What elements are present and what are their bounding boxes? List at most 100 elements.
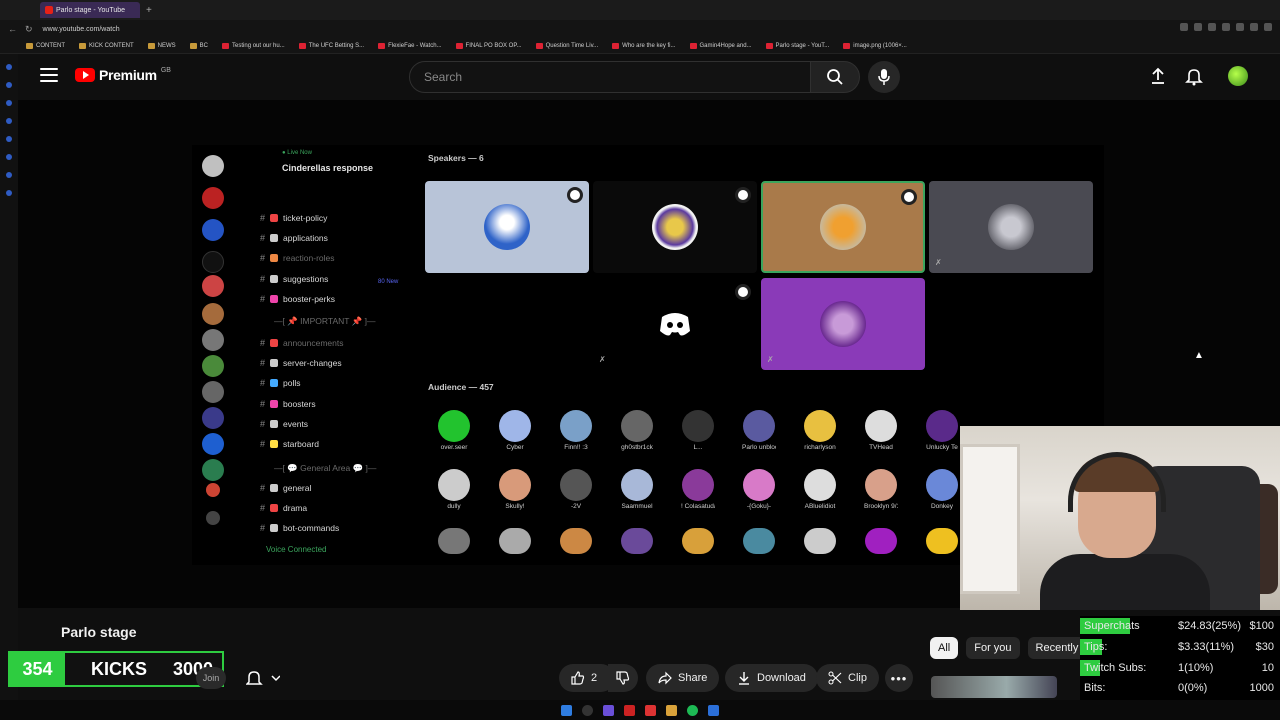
channel-item[interactable]: # events [260,419,308,429]
audience-member[interactable]: Saammuel [620,469,654,510]
search-icon[interactable] [582,704,593,716]
download-button[interactable]: Download [725,664,818,692]
app-icon[interactable] [708,704,719,716]
audience-member[interactable]: richarlyson [803,410,837,451]
audience-member[interactable] [803,528,837,554]
extension-icon[interactable] [1222,23,1230,31]
extension-icon[interactable] [1208,23,1216,31]
subscribe-bell-button[interactable] [245,668,281,693]
sidebar-icon[interactable] [6,118,12,124]
notifications-button[interactable] [1184,66,1204,91]
search-input[interactable]: Search [409,61,811,93]
audience-member[interactable] [559,528,593,554]
audience-member[interactable]: TVHead [864,410,898,451]
hamburger-menu-icon[interactable] [40,68,58,82]
download-icon[interactable] [1250,23,1258,31]
start-icon[interactable] [561,704,572,716]
bookmark-item[interactable]: NEWS [147,42,176,49]
audience-member[interactable] [864,528,898,554]
audience-member[interactable]: Cyber [498,410,532,451]
zoom-icon[interactable] [1180,23,1188,31]
bookmark-item[interactable]: Question Time Liv... [535,42,598,49]
audience-member[interactable]: Finn!! :3 [559,410,593,451]
channel-item[interactable]: —[ 📌 IMPORTANT 📌 ]— [274,316,375,327]
audience-member[interactable]: -{Goku}- [742,469,776,510]
audience-member[interactable] [437,528,471,554]
share-button[interactable]: Share [646,664,720,692]
new-tab-icon[interactable]: + [146,5,152,16]
youtube-logo[interactable]: Premium GB [75,67,171,83]
bookmark-item[interactable]: Who are the key fi... [612,42,676,49]
bookmark-item[interactable]: image.png (1006×... [843,42,907,49]
filter-chip[interactable]: Recently [1027,637,1087,659]
bookmark-item[interactable]: KICK CONTENT [79,42,134,49]
app-icon[interactable] [645,704,656,716]
menu-icon[interactable] [1264,23,1272,31]
search-button[interactable] [810,61,860,93]
audience-member[interactable]: L... [681,410,715,451]
channel-item[interactable]: # ticket-policy [260,213,327,223]
extension-icon[interactable] [1236,23,1244,31]
account-avatar[interactable] [1228,66,1248,86]
bookmark-item[interactable]: CONTENT [26,42,65,49]
channel-item[interactable]: # suggestions [260,274,328,284]
audience-member[interactable]: gh0stbr1ck [620,410,654,451]
sidebar-icon[interactable] [6,154,12,160]
filter-chip[interactable]: For you [966,637,1020,659]
extension-icon[interactable] [1194,23,1202,31]
sidebar-icon[interactable] [6,82,12,88]
channel-item[interactable]: # server-changes [260,358,342,368]
bookmark-item[interactable]: FlexieFae - Watch... [378,42,442,49]
audience-member[interactable] [742,528,776,554]
audience-member[interactable]: Skully! [498,469,532,510]
audience-member[interactable]: Unlucky Te [925,410,959,451]
audience-member[interactable]: Donkey [925,469,959,510]
create-button[interactable] [1148,66,1168,91]
bookmark-item[interactable]: The UFC Betting S... [298,42,364,49]
recommended-video-thumbnail[interactable] [931,676,1057,698]
audience-member[interactable] [681,528,715,554]
back-icon[interactable]: ← [8,24,17,34]
channel-item[interactable]: # starboard [260,439,319,449]
dislike-button[interactable] [608,664,638,692]
opera-icon[interactable] [624,704,635,716]
more-actions-button[interactable]: ••• [885,664,913,692]
sidebar-icon[interactable] [6,172,12,178]
join-button[interactable]: Join [196,667,226,689]
audience-member[interactable]: -2V [559,469,593,510]
url-field[interactable]: www.youtube.com/watch [43,26,120,33]
reload-icon[interactable]: ↻ [25,24,33,35]
filter-chip[interactable]: All [930,637,959,659]
browser-tab[interactable]: Parlo stage - YouTube [40,2,140,18]
channel-item[interactable]: # boosters [260,399,316,409]
channel-item[interactable]: # general [260,483,311,493]
bookmark-item[interactable]: BC [189,42,208,49]
audience-member[interactable]: over.seer [437,410,471,451]
bookmark-item[interactable]: Gamin4Hope and... [689,42,752,49]
sidebar-icon[interactable] [6,100,12,106]
channel-item[interactable]: # applications [260,233,328,243]
audience-member[interactable]: dully [437,469,471,510]
channel-item[interactable]: # booster-perks [260,294,335,304]
channel-item[interactable]: # announcements [260,338,344,348]
channel-item[interactable]: # reaction-roles [260,253,335,263]
voice-search-button[interactable] [868,61,900,93]
channel-item[interactable]: # drama [260,503,307,513]
audience-member[interactable] [498,528,532,554]
spotify-icon[interactable] [687,704,698,716]
sidebar-icon[interactable] [6,190,12,196]
video-player[interactable]: ● Live Now Cinderellas response # ticket-… [18,100,1280,610]
bookmark-item[interactable]: Testing out our hu... [222,42,285,49]
audience-member[interactable]: ABluelidiot [803,469,837,510]
app-icon[interactable] [603,704,614,716]
channel-item[interactable]: # polls [260,378,301,388]
folder-icon[interactable] [666,704,677,716]
channel-item[interactable]: # bot-commands [260,523,339,533]
sidebar-icon[interactable] [6,136,12,142]
audience-member[interactable]: Brooklyn 9/11 [864,469,898,510]
audience-member[interactable]: Parlo unblock... [742,410,776,451]
bookmark-item[interactable]: FINAL PO BOX OP... [455,42,522,49]
audience-member[interactable]: ! Colasatudara [681,469,715,510]
like-button[interactable]: 2 [559,664,615,692]
audience-member[interactable] [925,528,959,554]
